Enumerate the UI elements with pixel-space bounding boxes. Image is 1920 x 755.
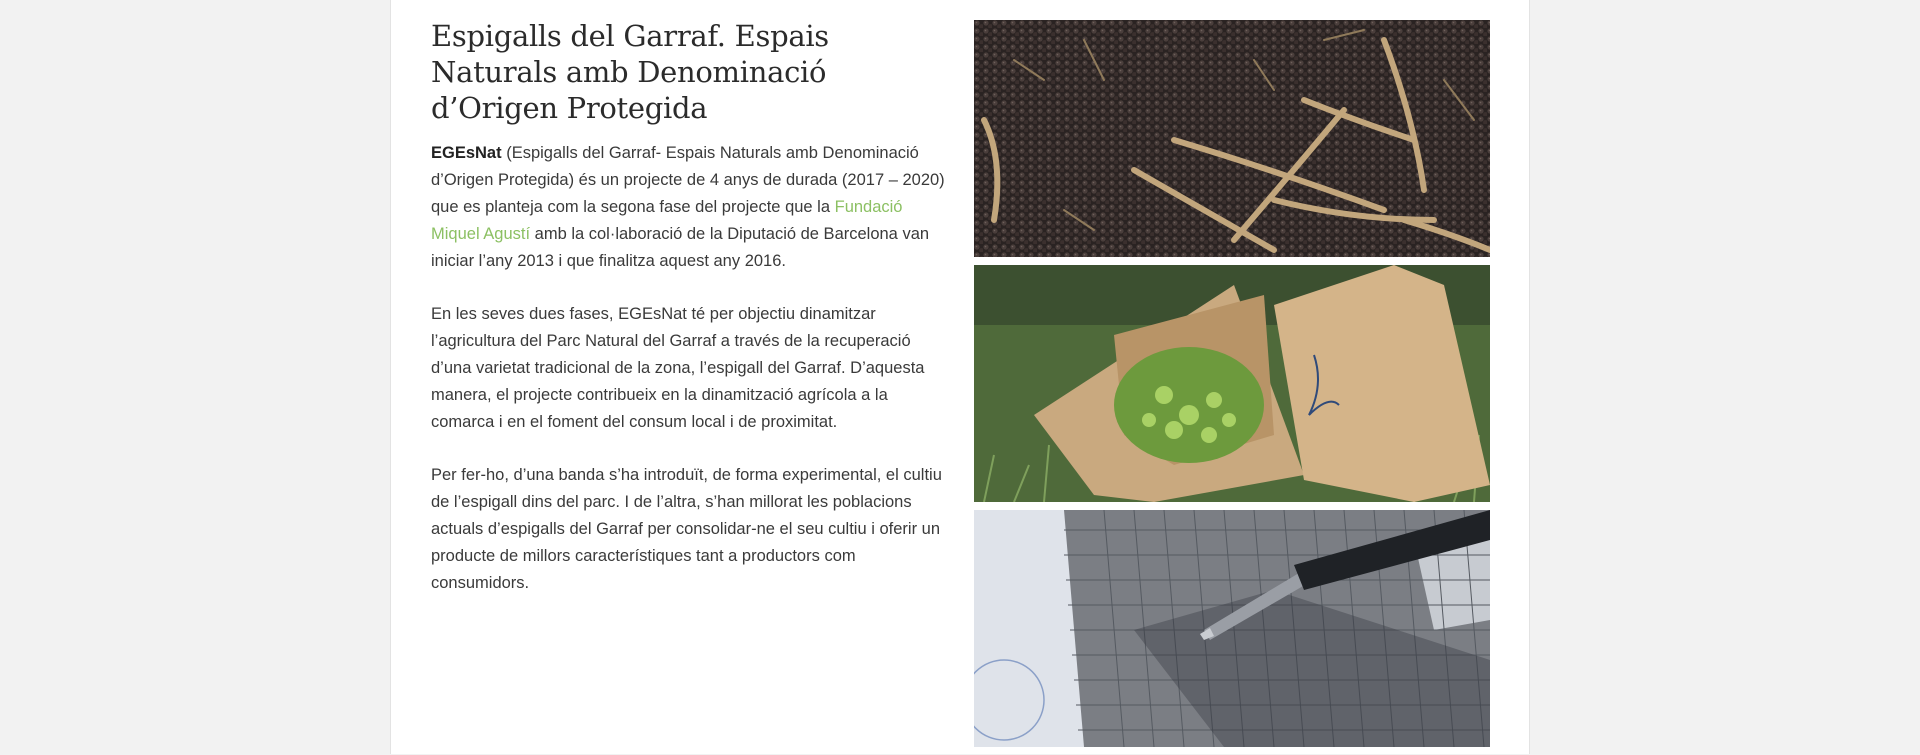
- harvest-photo[interactable]: [974, 265, 1490, 502]
- intro-paragraph: EGEsNat (Espigalls del Garraf- Espais Na…: [431, 140, 951, 275]
- objectives-paragraph: En les seves dues fases, EGEsNat té per …: [431, 305, 925, 431]
- project-acronym: EGEsNat: [431, 144, 502, 162]
- data-sheet-photo[interactable]: [974, 510, 1490, 747]
- photo-gallery: [974, 20, 1490, 755]
- article-text-column: Espigalls del Garraf. Espais Naturals am…: [431, 18, 951, 623]
- article-title: Espigalls del Garraf. Espais Naturals am…: [431, 19, 829, 125]
- methods-paragraph: Per fer-ho, d’una banda s’ha introduït, …: [431, 466, 942, 592]
- seeds-photo[interactable]: [974, 20, 1490, 257]
